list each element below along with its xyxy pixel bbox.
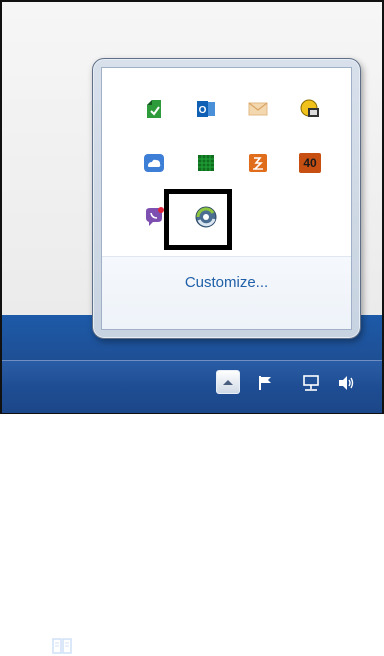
taskbar: [2, 360, 382, 413]
tray-item-mail[interactable]: [232, 92, 284, 126]
sound-recorder-icon: [249, 154, 267, 172]
tray-item-badge-40[interactable]: 40: [284, 146, 336, 180]
tray-item-onedrive[interactable]: [128, 146, 180, 180]
tray-item-network-sync[interactable]: [284, 92, 336, 126]
badge-40-icon: 40: [299, 153, 321, 173]
customize-link[interactable]: Customize...: [102, 274, 351, 291]
tray-icon-grid: O 40: [128, 92, 336, 234]
network-icon[interactable]: [300, 373, 322, 393]
tray-item-sound-recorder[interactable]: [232, 146, 284, 180]
highlight-box: [164, 189, 232, 250]
onedrive-icon: [144, 154, 164, 172]
tray-item-evernote[interactable]: [128, 92, 180, 126]
flyout-footer: [102, 257, 351, 329]
volume-icon[interactable]: [336, 373, 358, 393]
show-hidden-icons-chevron[interactable]: [216, 370, 240, 394]
chevron-up-icon: [223, 380, 233, 385]
svg-text:O: O: [199, 105, 207, 116]
outlook-icon: O: [197, 101, 215, 117]
mail-icon: [248, 102, 268, 116]
green-grid-icon: [198, 155, 214, 171]
viber-icon: [146, 207, 164, 226]
action-center-flag-icon[interactable]: [255, 373, 277, 393]
tray-item-outlook[interactable]: O: [180, 92, 232, 126]
book-icon: [52, 638, 72, 654]
evernote-icon: [147, 100, 161, 118]
network-sync-icon: [300, 99, 319, 117]
tray-item-green-grid[interactable]: [180, 146, 232, 180]
